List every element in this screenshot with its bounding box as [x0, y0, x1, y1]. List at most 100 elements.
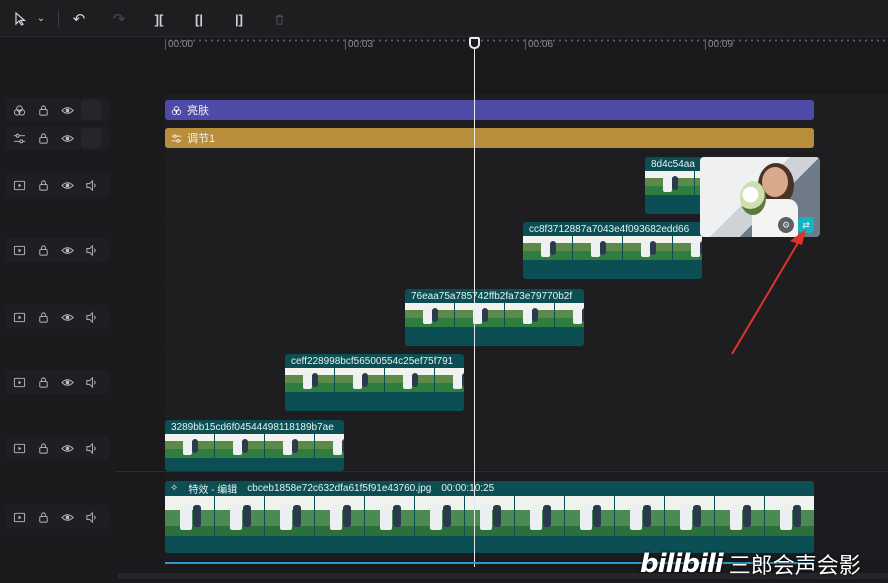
speaker-icon[interactable]	[81, 240, 101, 260]
clip-frame	[385, 368, 435, 392]
eye-icon[interactable]	[57, 128, 77, 148]
lock-icon[interactable]	[33, 128, 53, 148]
clip-frame	[215, 434, 265, 458]
time-ruler[interactable]: 00:00 00:03 00:06 00:09	[115, 37, 888, 53]
clip-frame	[645, 171, 695, 195]
ruler-major-tick	[525, 39, 526, 50]
ruler-label: 00:06	[528, 39, 554, 50]
lock-icon[interactable]	[33, 372, 53, 392]
clip-frame	[415, 496, 465, 536]
clip-thumbnails	[645, 171, 705, 195]
clip-frame	[765, 496, 814, 536]
clip-frame	[515, 496, 565, 536]
clip-frame	[435, 368, 464, 392]
chevron-down-icon[interactable]: ⌄	[30, 8, 52, 30]
clip-title: ceff228998bcf56500554c25ef75f791	[291, 356, 454, 367]
main-video-clip[interactable]: ✧ 特效 - 编辑 cbceb1858e72c632dfa61f5f91e437…	[165, 481, 814, 553]
video-clip[interactable]: cc8f3712887a7043e4f093682edd66	[523, 222, 702, 279]
adjust-bar[interactable]: 调节1	[165, 128, 814, 148]
ruler-label: 00:09	[708, 39, 734, 50]
ruler-major-tick	[345, 39, 346, 50]
preview-subject-face	[762, 167, 788, 197]
lock-icon[interactable]	[33, 100, 53, 120]
timeline-toolbar: ⌄ ↶ ↷ ][ [| |]	[0, 0, 888, 37]
playhead-handle[interactable]	[469, 37, 480, 49]
video-track-icon	[9, 175, 29, 195]
lock-icon[interactable]	[33, 507, 53, 527]
eye-icon[interactable]	[57, 372, 77, 392]
lock-icon[interactable]	[33, 240, 53, 260]
delete-icon[interactable]	[268, 8, 290, 30]
clip-frame	[455, 303, 505, 327]
annotation-arrow-icon	[731, 229, 806, 355]
clip-thumbnails	[285, 368, 464, 392]
eye-icon[interactable]	[57, 175, 77, 195]
effect-track-icon	[9, 100, 29, 120]
clip-frame	[335, 368, 385, 392]
bilibili-logo: bilibili	[640, 549, 724, 579]
track-headers	[0, 37, 115, 583]
clip-frame	[615, 496, 665, 536]
main-clip-effect-label: 特效 - 编辑	[188, 485, 238, 496]
effect-track-header	[5, 98, 109, 122]
preview-bouquet	[740, 181, 766, 215]
clip-title: 8d4c54aa	[651, 159, 695, 170]
clip-frame	[505, 303, 555, 327]
track-empty-slot	[81, 128, 101, 148]
split-icon[interactable]: ][	[148, 8, 170, 30]
speaker-icon[interactable]	[81, 175, 101, 195]
ruler-major-tick	[705, 39, 706, 50]
lock-icon[interactable]	[33, 175, 53, 195]
split-right-icon[interactable]: |]	[228, 8, 250, 30]
main-clip-header: ✧ 特效 - 编辑 cbceb1858e72c632dfa61f5f91e437…	[165, 481, 499, 496]
video-clip[interactable]: ceff228998bcf56500554c25ef75f791	[285, 354, 464, 411]
clip-hover-preview: ⚙ ⇄	[700, 157, 820, 237]
eye-icon[interactable]	[57, 307, 77, 327]
video-track-icon	[9, 372, 29, 392]
split-left-icon[interactable]: [|	[188, 8, 210, 30]
undo-icon[interactable]: ↶	[68, 8, 90, 30]
eye-icon[interactable]	[57, 438, 77, 458]
ruler-major-tick	[165, 39, 166, 50]
speaker-icon[interactable]	[81, 307, 101, 327]
video-track-header-1	[5, 173, 109, 197]
speaker-icon[interactable]	[81, 372, 101, 392]
select-tool-icon[interactable]	[10, 8, 32, 30]
clip-title: 76eaa75a785742ffb2fa73e79770b2f	[411, 291, 573, 302]
redo-icon[interactable]: ↷	[108, 8, 130, 30]
clip-frame	[523, 236, 573, 260]
clip-frame	[465, 496, 515, 536]
clip-frame	[673, 236, 702, 260]
effect-bar-label: 亮肤	[187, 105, 209, 117]
video-clip[interactable]: 8d4c54aa	[645, 157, 705, 214]
eye-icon[interactable]	[57, 507, 77, 527]
video-track-icon	[9, 507, 29, 527]
main-track-divider	[115, 471, 888, 472]
ruler-ticks	[167, 39, 887, 42]
sliders-icon	[9, 128, 29, 148]
track-empty-slot	[81, 100, 101, 120]
clip-frame	[165, 496, 215, 536]
eye-icon[interactable]	[57, 240, 77, 260]
adjust-bar-label: 调节1	[187, 133, 216, 145]
effect-bar[interactable]: 亮肤	[165, 100, 814, 120]
main-track-header	[5, 505, 109, 529]
eye-icon[interactable]	[57, 100, 77, 120]
clip-frame	[315, 434, 344, 458]
lock-icon[interactable]	[33, 307, 53, 327]
clip-thumbnails	[165, 434, 344, 458]
toolbar-divider	[58, 10, 59, 27]
clip-frame	[573, 236, 623, 260]
video-track-header-4	[5, 370, 109, 394]
video-clip[interactable]: 3289bb15cd6f04544498118189b7ae	[165, 420, 344, 471]
speaker-icon[interactable]	[81, 507, 101, 527]
clip-frame	[285, 368, 335, 392]
playhead-line[interactable]	[474, 37, 475, 567]
video-clip[interactable]: 76eaa75a785742ffb2fa73e79770b2f	[405, 289, 584, 346]
speaker-icon[interactable]	[81, 438, 101, 458]
clip-thumbnails	[405, 303, 584, 327]
sparkle-icon: ✧	[170, 483, 179, 494]
clip-title: cc8f3712887a7043e4f093682edd66	[529, 224, 690, 235]
clip-frame	[565, 496, 615, 536]
lock-icon[interactable]	[33, 438, 53, 458]
